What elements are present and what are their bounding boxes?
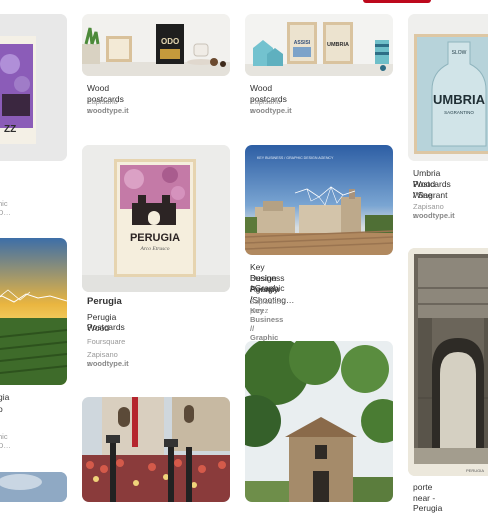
pin-image[interactable] xyxy=(82,397,230,502)
card-text: ASSISI xyxy=(294,40,311,46)
umbria-bottle-poster-image: SLOW UMBRIA SAGRANTINO xyxy=(408,14,488,161)
pin-source-label[interactable]: Foursquare xyxy=(87,337,125,346)
archway-photo-image: PERUGIA xyxy=(408,248,488,476)
pin-image[interactable]: KEY BUSINESS / GRAPHIC DESIGN AGENCY xyxy=(245,145,393,255)
pin-saved-fragment: hic D… xyxy=(0,199,11,217)
bottle-top-text: SLOW xyxy=(452,50,467,56)
pin-title-fragment[interactable]: gia xyxy=(0,392,9,403)
pin-image[interactable] xyxy=(0,238,67,385)
card-text: UMBRIA xyxy=(327,42,349,48)
pin-image[interactable]: ASSISI UMBRIA xyxy=(245,14,393,76)
pin-title-line-3[interactable]: Wine xyxy=(413,190,432,201)
pin-image[interactable]: ODO xyxy=(82,14,230,76)
bottle-title: UMBRIA xyxy=(433,92,486,107)
bottle-subtitle: SAGRANTINO xyxy=(444,110,474,115)
overlay-text: KEY BUSINESS / GRAPHIC DESIGN AGENCY xyxy=(257,156,334,160)
perugia-skyline-image: KEY BUSINESS / GRAPHIC DESIGN AGENCY xyxy=(245,145,393,255)
pin-image[interactable]: ZZ xyxy=(0,14,67,161)
header-accent-bar xyxy=(363,0,431,3)
vineyard-sunset-image xyxy=(0,238,67,385)
wood-postcards-image: ODO xyxy=(82,14,230,76)
stone-church-image xyxy=(245,341,393,502)
saved-from-source[interactable]: woodtype.it xyxy=(87,106,129,115)
pin-image[interactable] xyxy=(0,472,67,502)
saved-from-source[interactable]: woodtype.it xyxy=(413,211,455,220)
pin-title-fragment[interactable]: porte near - Perugia xyxy=(413,482,442,514)
photo-caption: PERUGIA xyxy=(466,468,484,473)
poster-subtitle: Arco Etrusco xyxy=(140,246,170,252)
svg-text:ZZ: ZZ xyxy=(4,124,16,135)
pin-description-line-2: Postcards xyxy=(87,322,125,332)
poster-title: PERUGIA xyxy=(130,232,180,244)
saved-from-source[interactable]: woodtype.it xyxy=(250,106,292,115)
pin-image[interactable]: PERUGIA xyxy=(408,248,488,476)
cloudy-sky-image xyxy=(0,472,67,502)
saved-from-source[interactable]: woodtype.it xyxy=(87,359,129,368)
pin-image[interactable] xyxy=(245,341,393,502)
card-text: ODO xyxy=(161,37,179,46)
pin-saved-fragment: hic D… xyxy=(0,432,11,450)
wood-postcards-image: ASSISI UMBRIA xyxy=(245,14,393,76)
festival-crowd-image xyxy=(82,397,230,502)
purple-poster-image: ZZ xyxy=(0,14,67,161)
pin-image[interactable]: PERUGIA Arco Etrusco xyxy=(82,145,230,292)
pin-title[interactable]: Perugia xyxy=(87,296,122,308)
pin-image[interactable]: SLOW UMBRIA SAGRANTINO xyxy=(408,14,488,161)
perugia-poster-image: PERUGIA Arco Etrusco xyxy=(82,145,230,292)
pin-title-fragment-2[interactable]: o xyxy=(0,404,3,415)
